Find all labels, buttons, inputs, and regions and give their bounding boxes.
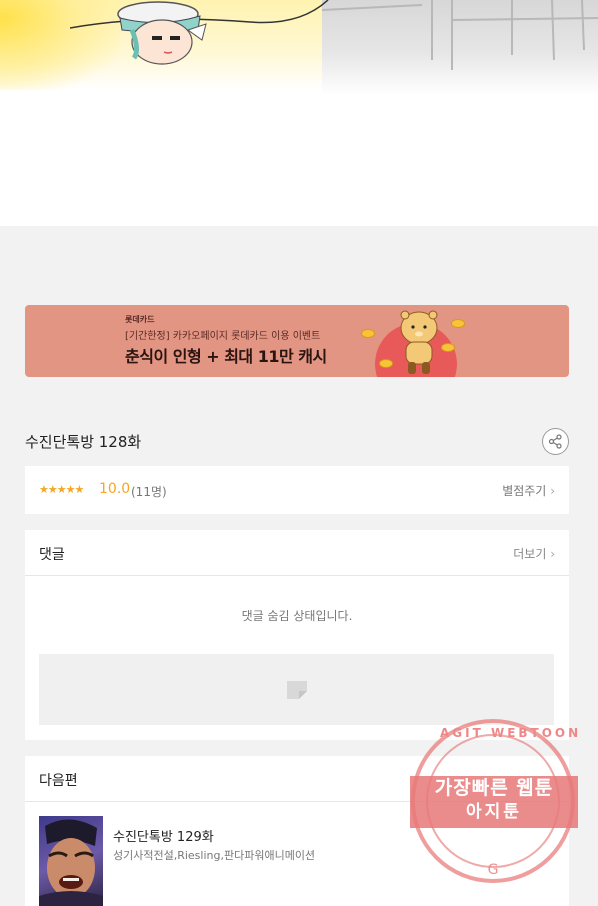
comments-card: 댓글 더보기 › 댓글 숨김 상태입니다.	[25, 530, 569, 740]
comment-placeholder-icon	[287, 681, 307, 699]
rating-card: ★★★★★ 10.0 (11명) 별점주기 ›	[25, 466, 569, 514]
next-episode-title[interactable]: 수진단톡방 129화	[113, 826, 214, 845]
comments-hidden-message: 댓글 숨김 상태입니다.	[241, 609, 353, 623]
watermark-line2: 아지툰	[466, 802, 522, 822]
banner-brand: 롯데카드	[125, 315, 155, 324]
coin-icon	[441, 343, 455, 352]
choonsik-character-icon	[400, 310, 438, 374]
rate-button-label: 별점주기	[502, 484, 547, 498]
rating-stars: ★★★★★	[39, 483, 84, 496]
comic-background-gray	[321, 0, 598, 95]
banner-headline: 춘식이 인형 + 최대 11만 캐시	[125, 347, 327, 366]
coin-icon	[379, 359, 393, 368]
watermark-arc-text: AGIT WEBTOON	[440, 726, 582, 740]
comments-more-label: 더보기	[513, 547, 547, 561]
episode-title: 수진단톡방 128화	[25, 433, 142, 451]
svg-text:G: G	[488, 862, 499, 878]
next-episode-thumbnail[interactable]	[39, 816, 103, 906]
next-episode-heading: 다음편	[39, 773, 78, 789]
comment-input-area[interactable]	[39, 654, 554, 725]
chevron-right-icon: ›	[550, 547, 555, 561]
thumbnail-character	[39, 819, 103, 906]
rating-count: (11명)	[131, 485, 167, 499]
comments-heading: 댓글	[39, 547, 65, 563]
rate-button[interactable]: 별점주기 ›	[502, 482, 555, 499]
comments-more-button[interactable]: 더보기 ›	[513, 545, 555, 562]
comic-building-lines	[321, 0, 598, 70]
rating-score: 10.0	[99, 481, 131, 497]
promo-banner[interactable]: 롯데카드 [기간한정] 카카오페이지 롯데카드 이용 이벤트 춘식이 인형 + …	[25, 305, 569, 377]
share-button[interactable]	[542, 428, 569, 455]
banner-subtitle: [기간한정] 카카오페이지 롯데카드 이용 이벤트	[125, 331, 321, 342]
watermark-line1: 가장빠른 웹툰	[434, 777, 554, 799]
comic-character	[117, 1, 207, 65]
divider	[25, 575, 569, 576]
comic-panel	[0, 0, 598, 226]
chevron-right-icon: ›	[550, 484, 555, 498]
coin-icon	[451, 319, 465, 328]
coin-icon	[361, 329, 375, 338]
next-episode-authors: 성기사적전설,Riesling,판다파워애니메이션	[113, 849, 316, 862]
share-icon	[548, 434, 562, 449]
watermark-label: 가장빠른 웹툰 아지툰	[410, 776, 578, 828]
